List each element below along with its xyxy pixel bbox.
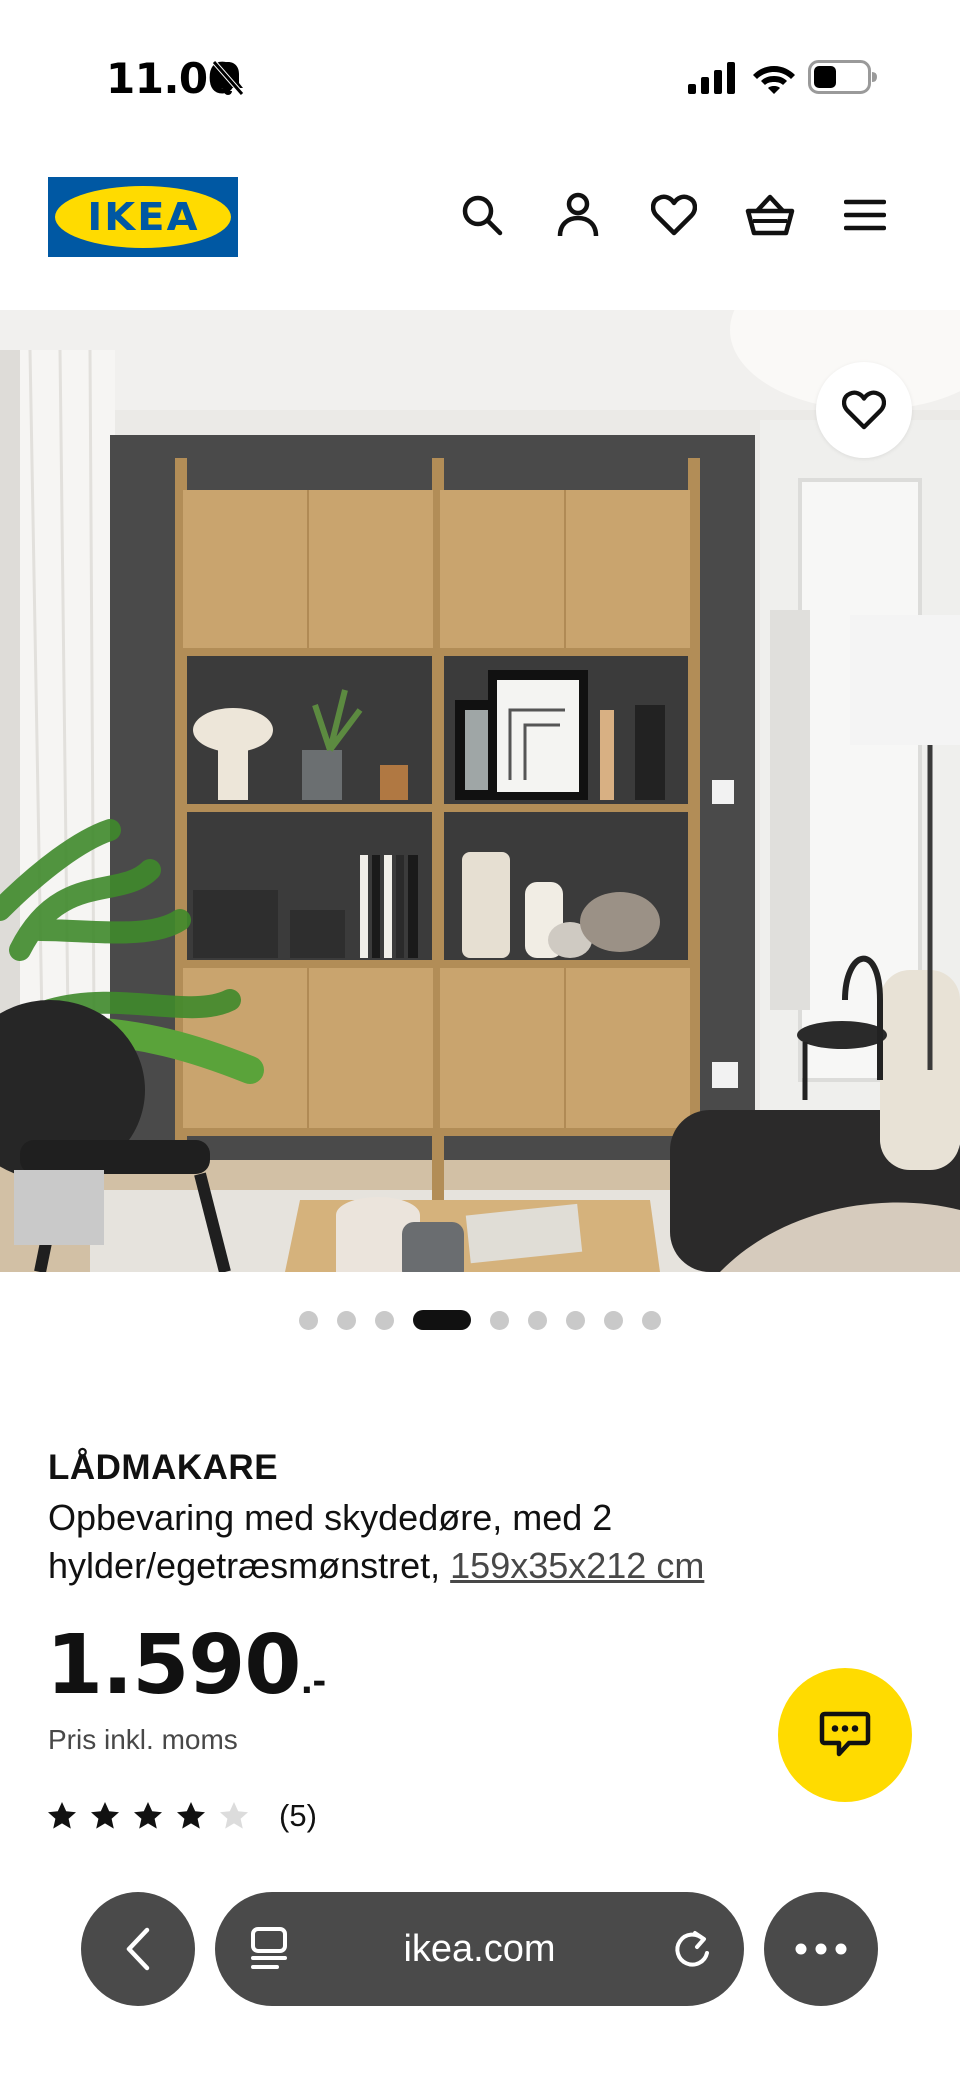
product-rating[interactable]: (5): [46, 1798, 317, 1834]
account-button[interactable]: [553, 190, 603, 240]
price-suffix: .-: [300, 1662, 326, 1702]
gallery-dot[interactable]: [337, 1310, 356, 1330]
favorites-button[interactable]: [649, 190, 699, 240]
search-button[interactable]: [457, 190, 507, 240]
site-header: IKEA: [0, 150, 960, 310]
heart-icon: [842, 390, 886, 430]
cellular-signal-icon: [688, 62, 735, 94]
menu-icon: [844, 199, 886, 231]
star-filled-icon: [91, 1802, 119, 1829]
gallery-pagination[interactable]: [0, 1308, 960, 1332]
add-to-favorites-button[interactable]: [816, 362, 912, 458]
heart-icon: [651, 194, 697, 236]
reader-icon[interactable]: [247, 1925, 293, 1973]
back-icon: [126, 1927, 150, 1971]
product-image[interactable]: [0, 310, 960, 1272]
product-name: LÅDMAKARE: [48, 1448, 279, 1487]
browser-toolbar: ikea.com: [0, 1880, 960, 2030]
product-description: Opbevaring med skydedøre, med 2 hylder/e…: [48, 1494, 848, 1590]
price-note: Pris inkl. moms: [48, 1724, 238, 1755]
chat-button[interactable]: [778, 1668, 912, 1802]
ikea-logo[interactable]: IKEA: [48, 177, 238, 257]
star-filled-icon: [134, 1802, 162, 1829]
gallery-dot[interactable]: [566, 1310, 585, 1330]
gallery-dot[interactable]: [299, 1310, 318, 1330]
rating-count: (5): [279, 1798, 317, 1833]
basket-button[interactable]: [745, 190, 795, 240]
product-measurements-link[interactable]: 159x35x212 cm: [450, 1545, 704, 1586]
product-price: 1.590.-: [46, 1618, 326, 1713]
reload-icon[interactable]: [669, 1925, 715, 1973]
logo-text: IKEA: [86, 195, 200, 239]
account-icon: [557, 192, 599, 237]
logo-oval: IKEA: [55, 186, 231, 248]
chat-icon: [819, 1711, 871, 1757]
battery-icon: [808, 60, 877, 94]
gallery-dot[interactable]: [642, 1310, 661, 1330]
wifi-icon: [753, 66, 795, 94]
more-icon: [795, 1943, 847, 1955]
address-bar-url: ikea.com: [403, 1927, 556, 1970]
room-scene-illustration: [0, 310, 960, 1272]
status-bar: 11.00: [0, 0, 960, 150]
bell-slash-icon: [212, 60, 244, 96]
price-value: 1.590: [46, 1618, 301, 1713]
basket-icon: [745, 194, 795, 236]
gallery-dot[interactable]: [604, 1310, 623, 1330]
browser-more-button[interactable]: [764, 1892, 878, 2006]
gallery-dot[interactable]: [413, 1310, 471, 1330]
gallery-dot[interactable]: [490, 1310, 509, 1330]
browser-back-button[interactable]: [81, 1892, 195, 2006]
star-empty-icon: [220, 1802, 248, 1829]
star-filled-icon: [177, 1802, 205, 1829]
address-bar[interactable]: ikea.com: [215, 1892, 744, 2006]
star-filled-icon: [48, 1802, 76, 1829]
gallery-dot[interactable]: [528, 1310, 547, 1330]
gallery-dot[interactable]: [375, 1310, 394, 1330]
menu-button[interactable]: [840, 190, 890, 240]
search-icon: [462, 195, 503, 236]
